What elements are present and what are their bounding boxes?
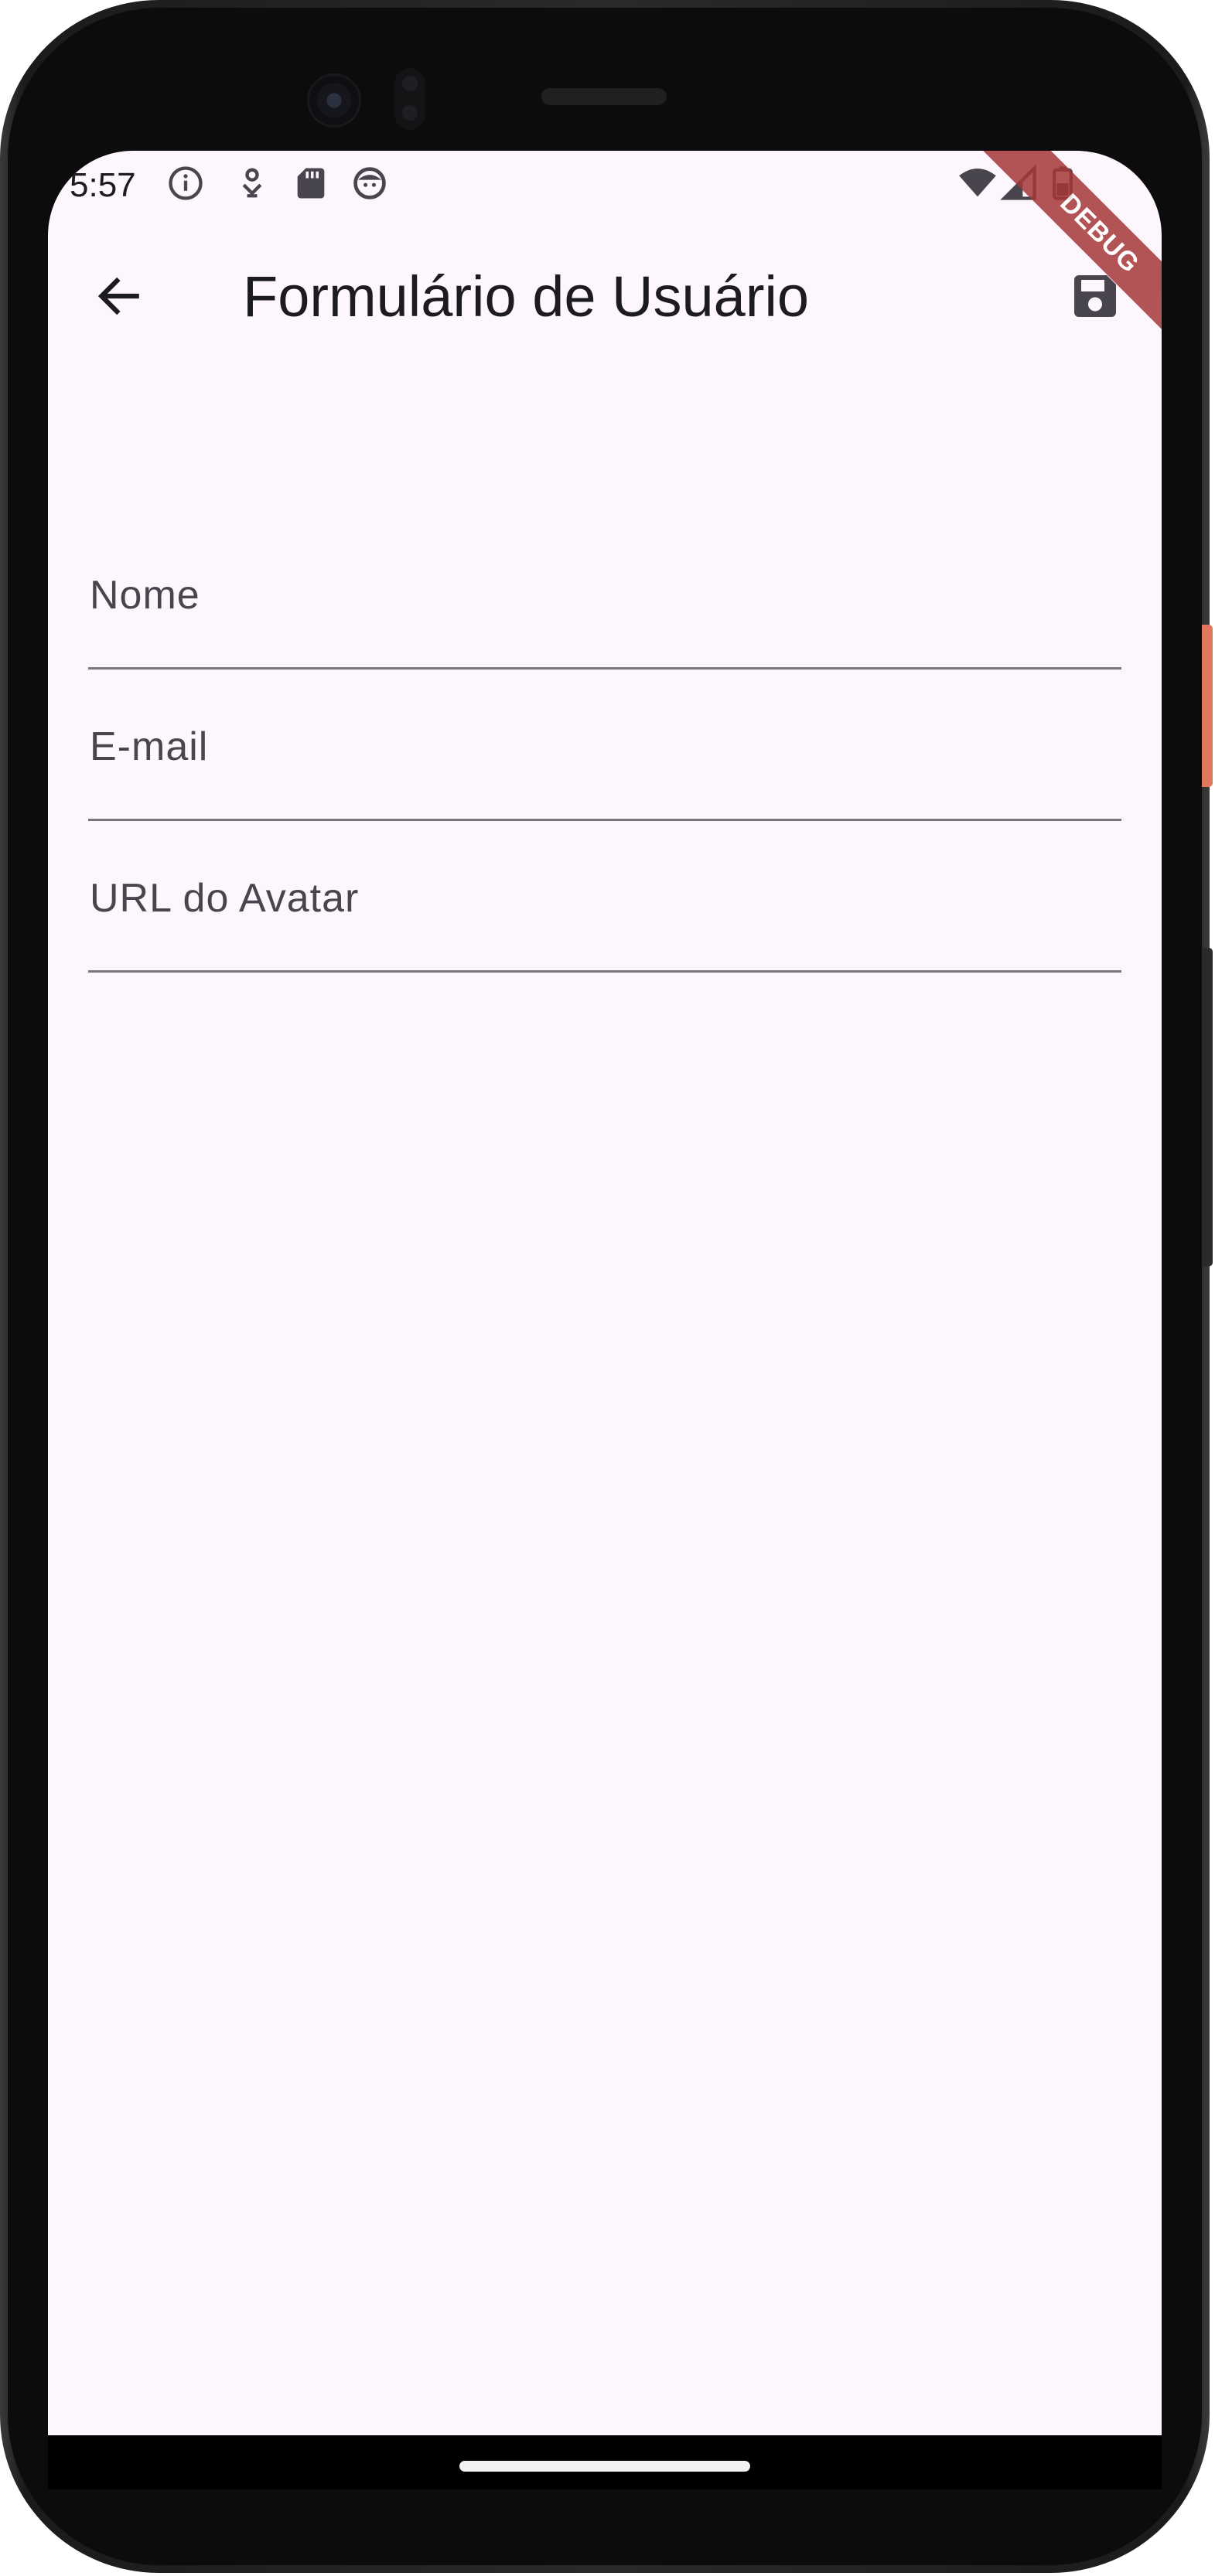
location-pin-icon bbox=[232, 163, 272, 203]
email-field[interactable]: E-mail bbox=[88, 670, 1121, 821]
user-form: Nome E-mail URL do Avatar bbox=[88, 518, 1121, 973]
avatar-url-field[interactable]: URL do Avatar bbox=[88, 821, 1121, 973]
avatar-url-input[interactable] bbox=[88, 821, 1121, 970]
app-screen: 5:57 DEBUG Formulário de Usuário Nome E-… bbox=[48, 151, 1162, 2435]
back-button[interactable] bbox=[76, 253, 162, 339]
page-title: Formulário de Usuário bbox=[243, 264, 810, 329]
proximity-sensor bbox=[394, 68, 425, 130]
front-camera bbox=[309, 76, 359, 125]
app-bar: Formulário de Usuário bbox=[48, 220, 1162, 372]
phone-device: 5:57 DEBUG Formulário de Usuário Nome E-… bbox=[0, 0, 1213, 2574]
email-input[interactable] bbox=[88, 670, 1121, 819]
wifi-icon bbox=[957, 163, 998, 203]
face-icon bbox=[350, 163, 390, 203]
info-icon bbox=[166, 163, 206, 203]
earpiece-speaker bbox=[541, 88, 667, 105]
save-button[interactable] bbox=[1052, 253, 1138, 339]
volume-button bbox=[1202, 948, 1213, 1266]
name-field[interactable]: Nome bbox=[88, 518, 1121, 670]
save-icon bbox=[1074, 275, 1116, 317]
power-button bbox=[1202, 625, 1213, 787]
home-indicator[interactable] bbox=[459, 2461, 750, 2472]
status-time: 5:57 bbox=[70, 166, 136, 204]
arrow-back-icon bbox=[97, 277, 139, 315]
name-input[interactable] bbox=[88, 518, 1121, 667]
sd-card-icon bbox=[291, 163, 331, 203]
